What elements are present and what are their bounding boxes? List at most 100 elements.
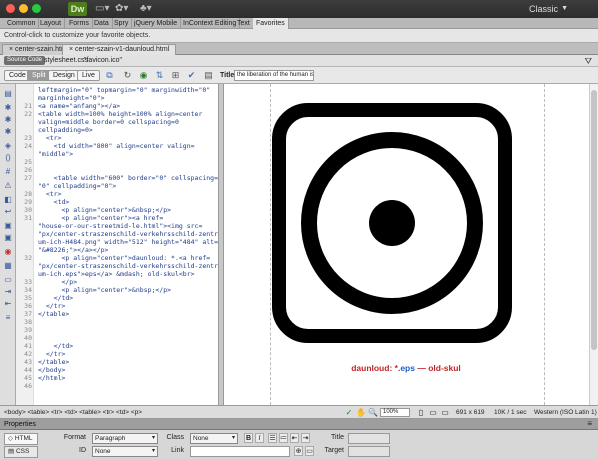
code-line[interactable]: "0" cellpadding="0">: [38, 182, 116, 190]
code-line[interactable]: <td>: [38, 198, 70, 206]
tab-spry[interactable]: Spry: [111, 18, 133, 29]
code-line[interactable]: </tr>: [38, 350, 66, 358]
code-line[interactable]: um-ich.eps">eps</a> &mdash; old-skul<br>: [38, 270, 195, 278]
code-line[interactable]: <a name="anfang"></a>: [38, 102, 120, 110]
tab-favorites[interactable]: Favorites: [253, 18, 289, 29]
syntax-error-icon[interactable]: ◧: [2, 194, 14, 205]
code-line[interactable]: "px/center-straszenschild-verkehrsschild…: [38, 262, 218, 270]
recent-snippets-icon[interactable]: ▦: [2, 260, 14, 271]
code-line[interactable]: <table width=100% height=100% align=cent…: [38, 110, 202, 118]
design-view-button[interactable]: Design: [48, 70, 80, 81]
close-window-button[interactable]: [6, 4, 15, 13]
scrollbar-thumb[interactable]: [591, 90, 597, 350]
visual-aids-icon[interactable]: ⊞: [170, 70, 181, 81]
code-line[interactable]: <p align="center">daunloud: *.<a href=: [38, 254, 210, 262]
code-line[interactable]: </html>: [38, 374, 65, 382]
source-code-button[interactable]: Source Code: [4, 56, 46, 65]
code-line[interactable]: "house-or-our-streetmid-le.html"><img sr…: [38, 222, 202, 230]
code-line[interactable]: um-ich-H484.png" width="512" height="484…: [38, 238, 218, 246]
layout-icon[interactable]: ▭▾: [95, 3, 109, 15]
browser-preview-icon[interactable]: ◉: [138, 70, 149, 81]
properties-header[interactable]: Properties ≡: [0, 419, 598, 430]
live-view-button[interactable]: Live: [77, 70, 100, 81]
collapse-selection-icon[interactable]: ✱: [2, 114, 14, 125]
zoom-select[interactable]: 100%: [380, 408, 410, 417]
expand-all-icon[interactable]: ✱: [2, 126, 14, 137]
comment-icon[interactable]: ▣: [2, 220, 14, 231]
refresh-icon[interactable]: ↻: [122, 70, 133, 81]
outdent-icon[interactable]: ⇤: [290, 433, 299, 443]
filter-icon[interactable]: ⛛: [584, 55, 592, 67]
page-title-input[interactable]: the liberation of the human is: [234, 70, 314, 81]
chevron-down-icon[interactable]: ▼: [561, 3, 568, 15]
tablet-size-icon[interactable]: ▭: [428, 408, 438, 417]
code-line[interactable]: <p align="center"><a href=: [38, 214, 163, 222]
code-line[interactable]: <tr>: [38, 190, 62, 198]
validate-icon[interactable]: ✔: [186, 70, 197, 81]
mobile-size-icon[interactable]: ▯: [416, 408, 426, 417]
select-tool-icon[interactable]: ✓: [344, 408, 354, 417]
check-browser-icon[interactable]: ▤: [203, 70, 214, 81]
css-mode-button[interactable]: ▤ CSS: [4, 446, 38, 458]
tab-forms[interactable]: Forms: [66, 18, 93, 29]
code-line[interactable]: "&#8226;"></a></p>: [38, 246, 108, 254]
design-scrollbar[interactable]: [589, 84, 598, 405]
ordered-list-icon[interactable]: ≔: [279, 433, 288, 443]
bold-button[interactable]: B: [244, 433, 253, 443]
panel-menu-icon[interactable]: ≡: [587, 419, 592, 429]
code-line[interactable]: <p align="center">&nbsp;</p>: [38, 286, 171, 294]
word-wrap-icon[interactable]: ↩: [2, 206, 14, 217]
format-source-icon[interactable]: ≡: [2, 312, 14, 323]
tab-data[interactable]: Data: [91, 18, 113, 29]
code-line[interactable]: "middle">: [38, 150, 73, 158]
site-icon[interactable]: ♣▾: [140, 3, 152, 15]
indent-icon[interactable]: ⇥: [2, 286, 14, 297]
html-mode-button[interactable]: ◇ HTML: [4, 433, 38, 445]
code-line[interactable]: </table>: [38, 310, 69, 318]
window-size[interactable]: 691 x 619: [456, 408, 485, 417]
code-line[interactable]: "px/center-straszenschild-verkehrsschild…: [38, 230, 218, 238]
workspace-switcher[interactable]: Classic: [529, 3, 558, 15]
related-file-favicon[interactable]: "favicon.ico": [84, 56, 122, 66]
move-css-icon[interactable]: ▭: [2, 274, 14, 285]
format-select[interactable]: Paragraph: [92, 433, 158, 444]
outdent-icon[interactable]: ⇤: [2, 298, 14, 309]
code-line[interactable]: <p align="center">&nbsp;</p>: [38, 206, 171, 214]
select-parent-tag-icon[interactable]: ◈: [2, 140, 14, 151]
point-to-file-icon[interactable]: ⊕: [294, 446, 303, 456]
code-line[interactable]: <table width="600" border="0" cellspacin…: [38, 174, 218, 182]
highlight-invalid-icon[interactable]: ⚠: [2, 180, 14, 191]
uncomment-icon[interactable]: ▣: [2, 232, 14, 243]
indent-icon[interactable]: ⇥: [301, 433, 310, 443]
browse-folder-icon[interactable]: ▭: [305, 446, 314, 456]
code-pane[interactable]: 21 22 23 24 25 26 27 28 29 30 31 32 33 34 35 36 37 38 39 40…: [16, 84, 218, 405]
class-select[interactable]: None: [190, 433, 238, 444]
code-line[interactable]: </table>: [38, 358, 69, 366]
tag-selector[interactable]: <body> <table> <tr> <td> <table> <tr> <t…: [4, 408, 142, 417]
target-select[interactable]: [348, 446, 390, 457]
tab-layout[interactable]: Layout: [37, 18, 66, 29]
code-line[interactable]: marginheight="0">: [38, 94, 105, 102]
tab-text[interactable]: Text: [234, 18, 254, 29]
code-line[interactable]: <tr>: [38, 134, 62, 142]
title-field[interactable]: [348, 433, 390, 444]
eps-link[interactable]: eps: [400, 363, 415, 373]
id-select[interactable]: None: [92, 446, 158, 457]
code-line[interactable]: </tr>: [38, 302, 66, 310]
hand-tool-icon[interactable]: ✋: [356, 408, 366, 417]
multiscreen-icon[interactable]: ⧉: [104, 70, 115, 81]
code-line[interactable]: <td width="800" align=center valign=: [38, 142, 195, 150]
code-line[interactable]: valign=middle border=0 cellspacing=0: [38, 118, 179, 126]
code-line[interactable]: cellpadding=0>: [38, 126, 93, 134]
zoom-tool-icon[interactable]: 🔍: [368, 408, 378, 417]
balance-braces-icon[interactable]: (): [2, 152, 14, 163]
doc-tab-daunloud[interactable]: × center-szain-v1-daunloud.html: [62, 44, 177, 55]
open-documents-icon[interactable]: ▤: [2, 88, 14, 99]
collapse-tag-icon[interactable]: ✱: [2, 102, 14, 113]
tab-jquery-mobile[interactable]: jQuery Mobile: [131, 18, 182, 29]
unordered-list-icon[interactable]: ☰: [268, 433, 277, 443]
minimize-window-button[interactable]: [19, 4, 28, 13]
related-file-stylesheet[interactable]: stylesheet.css: [44, 56, 88, 66]
maximize-window-button[interactable]: [32, 4, 41, 13]
italic-button[interactable]: I: [255, 433, 264, 443]
